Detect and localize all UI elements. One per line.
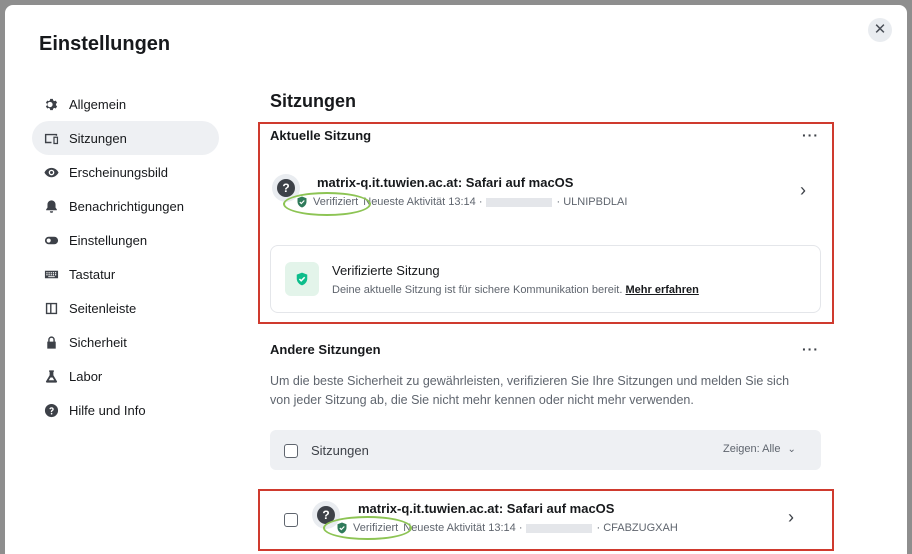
- sidebar-item-labs[interactable]: Labor: [32, 359, 219, 393]
- unknown-device-icon: ?: [277, 179, 295, 197]
- current-session-heading: Aktuelle Sitzung: [270, 128, 372, 143]
- filter-dropdown-value: Zeigen: Alle: [723, 443, 781, 455]
- chevron-right-icon[interactable]: ›: [800, 180, 806, 201]
- keyboard-icon: [42, 265, 60, 283]
- redacted-ip: [486, 197, 553, 207]
- sidebar-item-appearance[interactable]: Erscheinungsbild: [32, 155, 219, 189]
- verified-annotation: [323, 516, 412, 540]
- session-name: matrix-q.it.tuwien.ac.at: Safari auf mac…: [358, 501, 615, 516]
- sidebar-item-security[interactable]: Sicherheit: [32, 325, 219, 359]
- select-all-checkbox[interactable]: [284, 444, 298, 458]
- chevron-right-icon[interactable]: ›: [788, 507, 794, 528]
- sidebar-item-label: Tastatur: [69, 266, 116, 282]
- chevron-down-icon: ⌄: [787, 444, 796, 455]
- sidebar-item-label: Hilfe und Info: [69, 402, 146, 418]
- page-title: Sitzungen: [270, 91, 356, 111]
- bell-icon: [42, 197, 60, 215]
- gear-icon: [42, 95, 60, 113]
- sidebar-item-label: Erscheinungsbild: [69, 164, 169, 180]
- sidebar-item-sessions[interactable]: Sitzungen: [32, 121, 219, 155]
- redacted-ip: [526, 523, 593, 533]
- toggle-icon: [42, 231, 60, 249]
- shield-check-icon: [296, 272, 308, 286]
- settings-sidebar: Allgemein Sitzungen Erscheinungsbild Ben…: [32, 87, 219, 427]
- session-checkbox[interactable]: [284, 513, 298, 527]
- sidebar-item-label: Labor: [69, 368, 103, 384]
- last-activity: Neueste Aktivität 13:14 ·: [403, 522, 523, 534]
- flask-icon: [42, 367, 60, 385]
- dialog-title: Einstellungen: [39, 33, 171, 55]
- close-button[interactable]: ✕: [868, 18, 892, 42]
- device-id: · CFABZUGXAH: [596, 522, 678, 534]
- close-icon: ✕: [873, 21, 887, 38]
- sidebar-item-keyboard[interactable]: Tastatur: [32, 257, 219, 291]
- eye-icon: [42, 163, 60, 181]
- sidebar-item-label: Sitzungen: [69, 130, 127, 146]
- sidebar-layout-icon: [42, 299, 60, 317]
- verified-card-text-row: Deine aktuelle Sitzung ist für sichere K…: [332, 284, 699, 296]
- verified-card-title: Verifizierte Sitzung: [332, 263, 440, 278]
- verified-annotation: [283, 192, 371, 216]
- sidebar-item-sidebar[interactable]: Seitenleiste: [32, 291, 219, 325]
- sidebar-item-preferences[interactable]: Einstellungen: [32, 223, 219, 257]
- sidebar-item-label: Seitenleiste: [69, 300, 137, 316]
- current-session-more-button[interactable]: ···: [802, 127, 819, 143]
- sidebar-item-label: Einstellungen: [69, 232, 148, 248]
- other-sessions-more-button[interactable]: ···: [802, 341, 819, 357]
- devices-icon: [42, 129, 60, 147]
- sidebar-item-notifications[interactable]: Benachrichtigungen: [32, 189, 219, 223]
- other-sessions-heading: Andere Sitzungen: [270, 342, 381, 357]
- other-sessions-description-1: Um die beste Sicherheit zu gewährleisten…: [270, 374, 790, 388]
- session-name: matrix-q.it.tuwien.ac.at: Safari auf mac…: [317, 175, 574, 190]
- sidebar-item-general[interactable]: Allgemein: [32, 87, 219, 121]
- help-icon: [42, 401, 60, 419]
- filter-label: Sitzungen: [311, 443, 369, 458]
- verified-session-card: Verifizierte Sitzung Deine aktuelle Sitz…: [270, 245, 821, 313]
- verified-shield-badge: [285, 262, 319, 296]
- sidebar-item-help[interactable]: Hilfe und Info: [32, 393, 219, 427]
- last-activity: Neueste Aktivität 13:14 ·: [363, 196, 483, 208]
- verified-card-text: Deine aktuelle Sitzung ist für sichere K…: [332, 284, 623, 296]
- other-sessions-description-2: von jeder Sitzung ab, die Sie nicht mehr…: [270, 393, 694, 407]
- sessions-filter-bar: Sitzungen Zeigen: Alle ⌄: [270, 430, 821, 470]
- sidebar-item-label: Benachrichtigungen: [69, 198, 184, 214]
- sidebar-item-label: Allgemein: [69, 96, 127, 112]
- filter-dropdown[interactable]: Zeigen: Alle ⌄: [723, 443, 796, 455]
- sidebar-item-label: Sicherheit: [69, 334, 127, 350]
- learn-more-link[interactable]: Mehr erfahren: [625, 284, 698, 296]
- device-id: · ULNIPBDLAI: [556, 196, 628, 208]
- lock-icon: [42, 333, 60, 351]
